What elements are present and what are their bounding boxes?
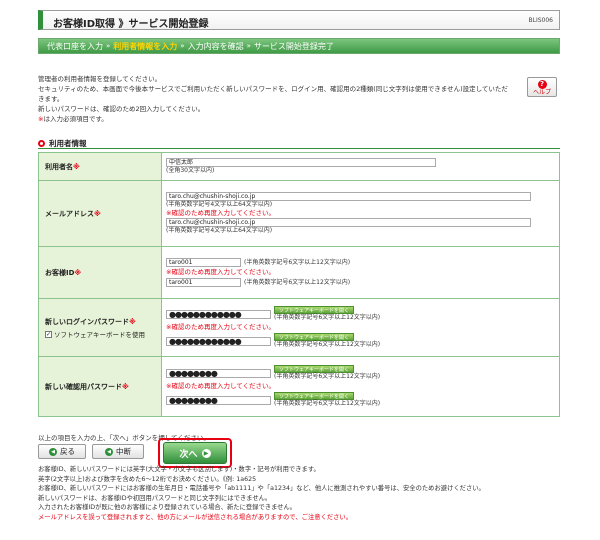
back-button[interactable]: ◀ 戻る — [38, 444, 86, 459]
user-id-label: お客様ID※ — [38, 246, 162, 299]
note-line: お客様ID、新しいパスワードには英字(大文字・小文字も区別します)・数字・記号が… — [38, 466, 320, 473]
confirm-note: ※確認のため再度入力してください。 — [166, 209, 276, 217]
note-line-warning: メールアドレスを誤って登録されますと、他の方にメールが送信される場合がありますの… — [38, 513, 353, 521]
confirm-note: ※確認のため再度入力してください。 — [166, 323, 276, 331]
note-line: 英字(2文字以上)および数字を含めた6〜12桁でお決めください。《例: 1a62… — [38, 475, 257, 483]
chevron-right-icon: » — [106, 42, 111, 50]
intro-line: 管理者の利用者情報を登録してください。 — [38, 75, 162, 83]
confirm-note: ※確認のため再度入力してください。 — [166, 268, 276, 276]
step-4: サービス開始登録完了 — [253, 41, 334, 51]
note-line: お客様ID、新しいパスワードにはお客様の生年月日・電話番号や「ab1111」や「… — [38, 485, 485, 492]
step-2-current: 利用者情報を入力 — [113, 41, 178, 51]
page-header: お客様ID取得 》サービス開始登録 BLIS006 — [38, 10, 560, 30]
step-indicator: 代表口座を入力 » 利用者情報を入力 » 入力内容を確認 » サービス開始登録完… — [38, 38, 560, 54]
confirm-password-label: 新しい確認用パスワード※ — [38, 356, 162, 417]
chevron-left-icon: ◀ — [49, 447, 57, 456]
chevron-right-icon: ▶ — [201, 448, 211, 458]
chevron-right-icon: » — [246, 42, 251, 50]
user-info-table: 利用者名※ 中信太郎 (全角30文字以内) メールアドレス※ taro.chu@… — [38, 152, 560, 417]
question-icon: ? — [537, 80, 547, 89]
next-button[interactable]: 次へ ▶ — [163, 442, 227, 464]
notes: お客様ID、新しいパスワードには英字(大文字・小文字も区別します)・数字・記号が… — [38, 465, 558, 522]
softkb-checkbox-label: ソフトウェアキーボードを使用 — [54, 330, 145, 339]
user-id-confirm-input[interactable]: taro001 — [166, 278, 241, 287]
section-divider — [38, 148, 560, 149]
name-label: 利用者名※ — [38, 152, 162, 181]
note-line: 新しいパスワードは、お客様IDや初回用パスワードと同じ文字列にはできません。 — [38, 494, 272, 502]
intro-text: 管理者の利用者情報を登録してください。 セキュリティのため、本画面で今後本サービ… — [38, 74, 508, 124]
chevron-left-icon: ◀ — [105, 447, 113, 456]
softkb-open-button[interactable]: ソフトウェアキーボードを開く — [274, 392, 355, 400]
step-3: 入力内容を確認 — [187, 41, 244, 51]
step-1: 代表口座を入力 — [47, 41, 103, 51]
login-password-input[interactable]: ●●●●●●●●●●●● — [166, 309, 271, 319]
user-name-input[interactable]: 中信太郎 — [166, 158, 436, 167]
cancel-button[interactable]: ◀ 中断 — [92, 444, 144, 459]
confirm-note: ※確認のため再度入力してください。 — [166, 382, 276, 390]
chevron-right-icon: » — [180, 42, 185, 50]
note-line: 入力されたお客様IDが既に他のお客様により登録されている場合、新たに登録できませ… — [38, 504, 297, 511]
email-label: メールアドレス※ — [38, 180, 162, 247]
intro-line: セキュリティのため、本画面で今後本サービスでご利用いただく新しいパスワードを、ロ… — [38, 85, 508, 103]
intro-line: ※は入力必須項目です。 — [38, 115, 108, 123]
user-id-input[interactable]: taro001 — [166, 258, 241, 267]
softkb-open-button[interactable]: ソフトウェアキーボードを開く — [274, 306, 355, 314]
help-button[interactable]: ? ヘルプ — [527, 77, 557, 97]
email-input[interactable]: taro.chu@chushin-shoji.co.jp — [166, 192, 531, 201]
login-password-confirm-input[interactable]: ●●●●●●●●●●●● — [166, 336, 271, 346]
screen-code: BLIS006 — [528, 17, 554, 24]
softkb-open-button[interactable]: ソフトウェアキーボードを開く — [274, 365, 355, 373]
confirm-password-confirm-input[interactable]: ●●●●●●●● — [166, 395, 271, 405]
page-title: お客様ID取得 》サービス開始登録 — [53, 19, 209, 30]
email-confirm-input[interactable]: taro.chu@chushin-shoji.co.jp — [166, 218, 531, 227]
login-password-label: 新しいログインパスワード※ ✓ ソフトウェアキーボードを使用 — [38, 298, 162, 357]
help-label: ヘルプ — [532, 89, 551, 96]
intro-line: 新しいパスワードは、確認のため2回入力してください。 — [38, 105, 205, 113]
softkb-checkbox[interactable]: ✓ — [45, 331, 52, 338]
softkb-open-button[interactable]: ソフトウェアキーボードを開く — [274, 333, 355, 341]
bullet-icon — [38, 140, 45, 147]
name-hint: (全角30文字以内) — [166, 167, 215, 174]
confirm-password-input[interactable]: ●●●●●●●● — [166, 368, 271, 378]
